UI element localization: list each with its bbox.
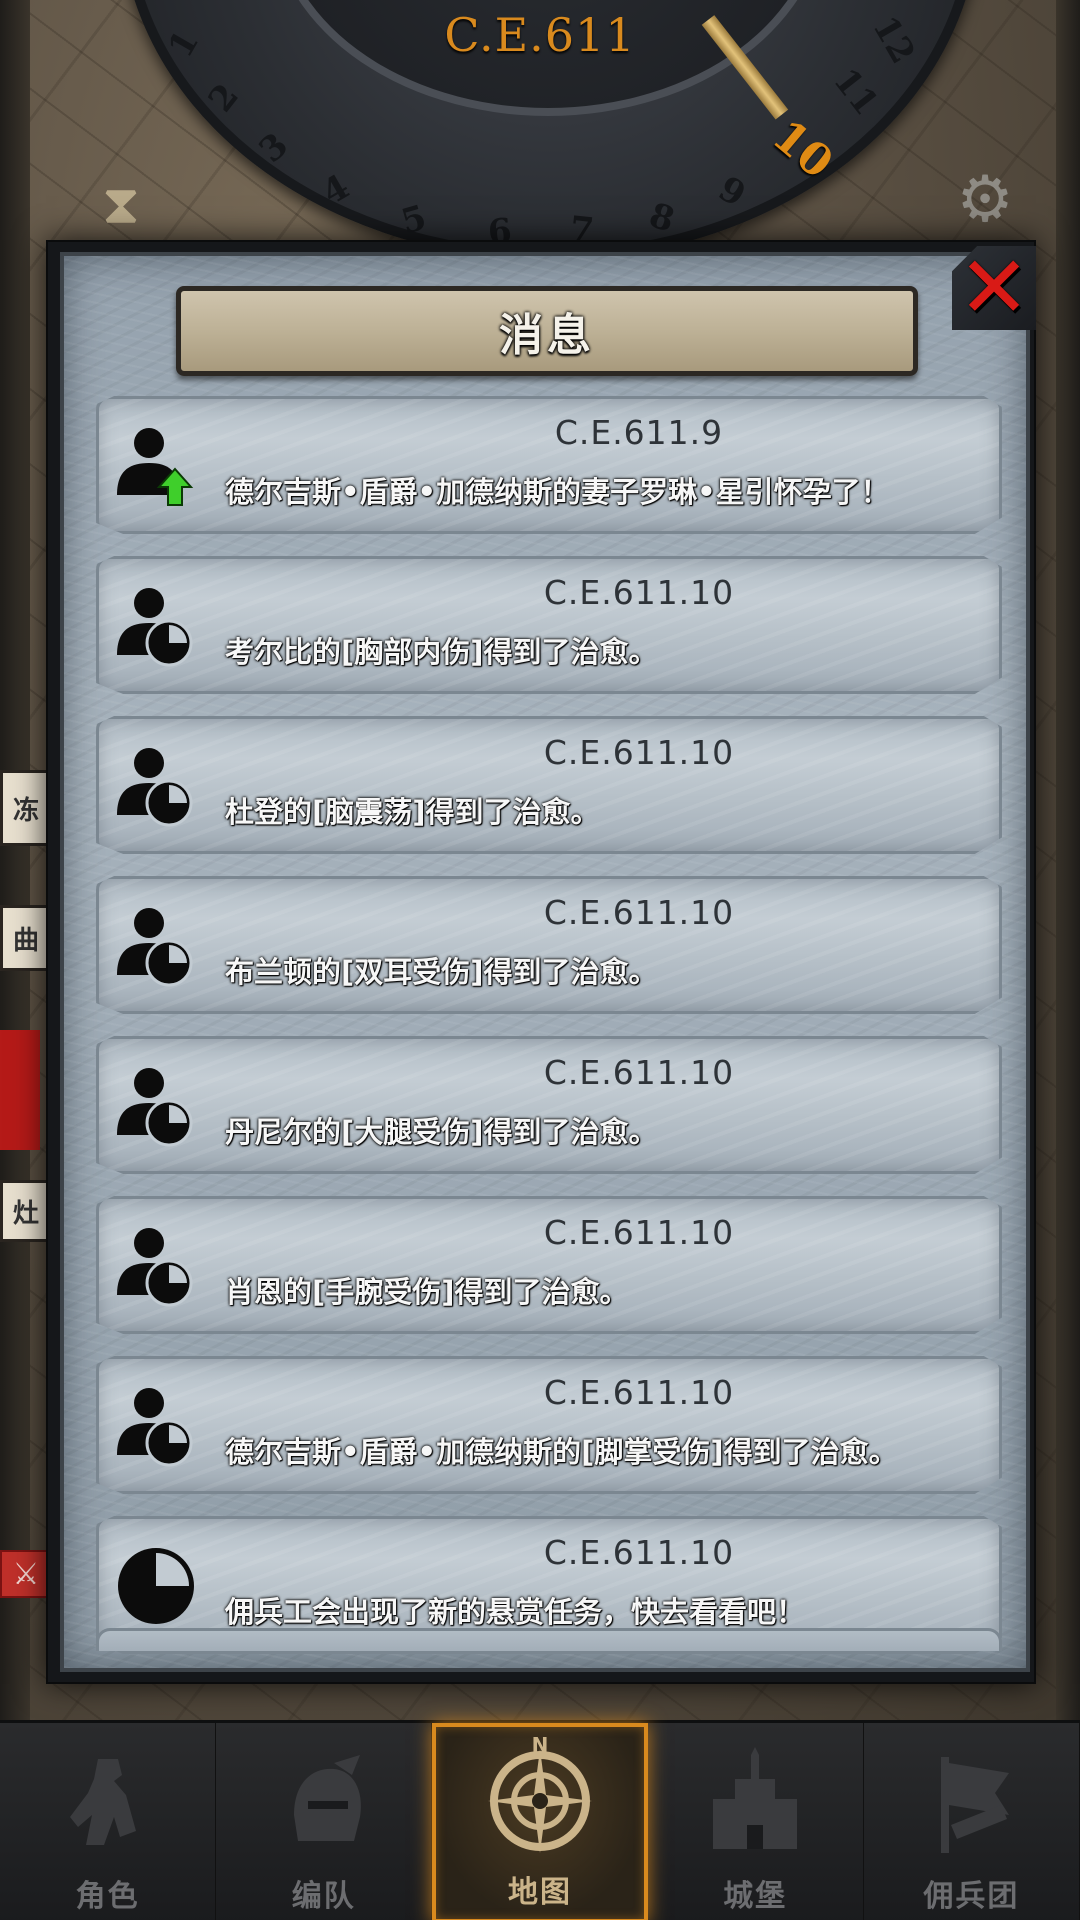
map-region-marker[interactable] xyxy=(0,1030,40,1150)
castle-icon xyxy=(695,1745,815,1865)
message-list-item[interactable]: C.E.611.10 丹尼尔的[大腿受伤]得到了治愈。 xyxy=(96,1036,1002,1174)
right-frame xyxy=(1056,0,1080,1720)
helmet-icon xyxy=(264,1745,384,1865)
message-date: C.E.611.10 xyxy=(543,1533,735,1572)
crossed-swords-icon[interactable]: ⚔ xyxy=(0,1550,52,1598)
list-item-partial[interactable] xyxy=(96,1628,1002,1651)
message-list-item[interactable]: C.E.611.10 肖恩的[手腕受伤]得到了治愈。 xyxy=(96,1196,1002,1334)
message-list-item[interactable]: C.E.611.10 杜登的[脑震荡]得到了治愈。 xyxy=(96,716,1002,854)
message-text: 肖恩的[手腕受伤]得到了治愈。 xyxy=(225,1275,629,1309)
message-date: C.E.611.10 xyxy=(543,573,735,612)
message-date: C.E.611.9 xyxy=(554,413,724,452)
person-up-icon xyxy=(113,423,199,509)
nav-tab-banner[interactable]: 佣兵团 xyxy=(864,1723,1080,1920)
message-text: 德尔吉斯•盾爵•加德纳斯的[脚掌受伤]得到了治愈。 xyxy=(225,1435,898,1469)
nav-tab-label: 地图 xyxy=(507,1875,572,1910)
message-date: C.E.611.10 xyxy=(543,893,735,932)
nav-tab-castle[interactable]: 城堡 xyxy=(648,1723,864,1920)
nav-tab-label: 城堡 xyxy=(723,1879,788,1914)
map-location-label[interactable]: 灶 xyxy=(0,1180,52,1242)
message-list-item[interactable]: C.E.611.10 德尔吉斯•盾爵•加德纳斯的[脚掌受伤]得到了治愈。 xyxy=(96,1356,1002,1494)
dialog-title: 消息 xyxy=(499,310,595,361)
era-year: C.E.611 xyxy=(444,8,636,62)
person-clock-icon xyxy=(113,1383,199,1469)
person-clock-icon xyxy=(113,743,199,829)
close-icon: ✕ xyxy=(957,238,1031,338)
gear-icon[interactable]: ⚙ xyxy=(930,160,1040,240)
left-frame xyxy=(0,0,30,1720)
nav-tab-compass[interactable]: N 地图 xyxy=(432,1723,648,1920)
knight-icon xyxy=(48,1745,168,1865)
hourglass-icon[interactable]: ⧗ xyxy=(66,160,176,250)
message-list-item[interactable]: C.E.611.10 考尔比的[胸部内伤]得到了治愈。 xyxy=(96,556,1002,694)
message-date: C.E.611.10 xyxy=(543,1053,735,1092)
bottom-navigation: 角色 编队 N 地图 城堡 佣兵团 xyxy=(0,1720,1080,1920)
message-date: C.E.611.10 xyxy=(543,1213,735,1252)
message-text: 佣兵工会出现了新的悬赏任务，快去看看吧！ xyxy=(225,1595,806,1629)
message-text: 布兰顿的[双耳受伤]得到了治愈。 xyxy=(225,955,658,989)
game-screen: 冻 曲 灶 ⚔ C.E.611 1 2 3 4 5 6 7 8 9 10 11 … xyxy=(0,0,1080,1920)
banner-icon xyxy=(911,1745,1031,1865)
compass-icon xyxy=(480,1741,600,1861)
message-list-item[interactable]: C.E.611.10 布兰顿的[双耳受伤]得到了治愈。 xyxy=(96,876,1002,1014)
compass-north-label: N xyxy=(531,1733,549,1757)
nav-tab-knight[interactable]: 角色 xyxy=(0,1723,217,1920)
message-text: 德尔吉斯•盾爵•加德纳斯的妻子罗琳•星引怀孕了！ xyxy=(225,475,890,509)
message-date: C.E.611.10 xyxy=(543,1373,735,1412)
message-text: 杜登的[脑震荡]得到了治愈。 xyxy=(225,795,600,829)
nav-tab-label: 佣兵团 xyxy=(923,1879,1020,1914)
message-list-item[interactable]: C.E.611.9 德尔吉斯•盾爵•加德纳斯的妻子罗琳•星引怀孕了！ xyxy=(96,396,1002,534)
nav-tab-helmet[interactable]: 编队 xyxy=(216,1723,433,1920)
message-date: C.E.611.10 xyxy=(543,733,735,772)
person-clock-icon xyxy=(113,1223,199,1309)
map-location-label[interactable]: 曲 xyxy=(0,905,52,971)
person-clock-icon xyxy=(113,583,199,669)
person-clock-icon xyxy=(113,1063,199,1149)
message-text: 丹尼尔的[大腿受伤]得到了治愈。 xyxy=(225,1115,658,1149)
dialog-title-banner: 消息 xyxy=(176,286,918,376)
clock-icon xyxy=(113,1543,199,1629)
message-text: 考尔比的[胸部内伤]得到了治愈。 xyxy=(225,635,658,669)
person-clock-icon xyxy=(113,903,199,989)
map-location-label[interactable]: 冻 xyxy=(0,770,52,846)
nav-tab-label: 编队 xyxy=(291,1879,356,1914)
message-list[interactable]: C.E.611.9 德尔吉斯•盾爵•加德纳斯的妻子罗琳•星引怀孕了！ C.E.611… xyxy=(96,396,1002,1676)
nav-tab-label: 角色 xyxy=(75,1879,140,1914)
